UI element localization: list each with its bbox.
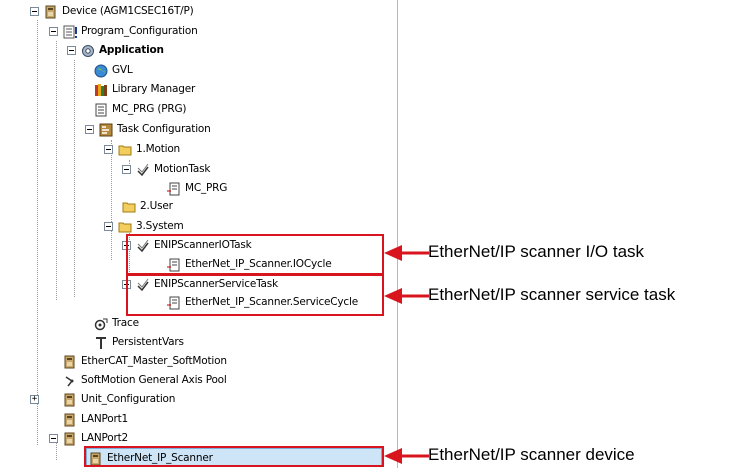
tree-node-motion-folder[interactable]: 1.Motion <box>104 139 180 159</box>
tree-node-unit-configuration[interactable]: + Unit_Configuration <box>30 389 175 409</box>
collapse-toggle[interactable] <box>104 222 113 231</box>
motion-task-call-label: MC_PRG <box>185 182 228 194</box>
user-folder-label: 2.User <box>140 200 173 212</box>
axis-pool-label: SoftMotion General Axis Pool <box>81 374 227 386</box>
device-label: Device (AGM1CSEC16T/P) <box>62 5 194 17</box>
tree-node-library-manager[interactable]: Library Manager <box>94 79 195 99</box>
arrow-left-icon <box>384 245 429 261</box>
tree-node-ethercat-master[interactable]: EtherCAT_Master_SoftMotion <box>63 351 227 371</box>
tree-node-lanport2[interactable]: LANPort2 <box>49 428 128 448</box>
collapse-toggle[interactable] <box>67 46 76 55</box>
lanport2-label: LANPort2 <box>81 432 129 444</box>
tree-node-trace[interactable]: Trace <box>94 313 139 333</box>
arrow-left-icon <box>384 448 429 464</box>
device-icon <box>44 4 58 19</box>
tree-node-device[interactable]: Device (AGM1CSEC16T/P) <box>30 1 194 21</box>
service-task-highlight-box <box>126 274 384 316</box>
program-configuration-label: Program_Configuration <box>81 25 198 37</box>
tree-guide-line <box>74 60 75 297</box>
task-configuration-label: Task Configuration <box>117 123 211 135</box>
annotation-service-task: EtherNet/IP scanner service task <box>428 285 676 304</box>
folder-icon <box>118 142 132 156</box>
collapse-toggle[interactable] <box>104 145 113 154</box>
program-document-icon <box>94 102 108 117</box>
persistent-vars-label: PersistentVars <box>112 336 184 348</box>
library-manager-label: Library Manager <box>112 83 196 95</box>
arrow-left-icon <box>384 288 429 304</box>
program-config-icon <box>63 24 77 39</box>
collapse-toggle[interactable] <box>49 27 58 36</box>
tree-guide-line <box>37 20 38 445</box>
task-icon <box>136 162 150 177</box>
persistent-vars-icon <box>94 335 108 349</box>
motion-folder-label: 1.Motion <box>136 143 181 155</box>
trace-label: Trace <box>112 317 139 329</box>
collapse-toggle[interactable] <box>30 7 39 16</box>
lanport1-label: LANPort1 <box>81 413 129 425</box>
collapse-toggle[interactable] <box>49 434 58 443</box>
collapse-toggle[interactable] <box>122 165 131 174</box>
collapse-toggle[interactable] <box>85 125 94 134</box>
folder-icon <box>118 219 132 233</box>
tree-node-persistent-vars[interactable]: PersistentVars <box>94 332 184 352</box>
application-gear-icon <box>81 43 95 57</box>
expand-toggle[interactable]: + <box>30 395 39 404</box>
ethercat-master-label: EtherCAT_Master_SoftMotion <box>81 355 227 367</box>
device-icon <box>63 412 77 427</box>
io-task-highlight-box <box>126 234 384 275</box>
device-icon <box>63 392 77 407</box>
tree-node-gvl[interactable]: GVL <box>94 60 133 80</box>
tree-node-task-configuration[interactable]: Task Configuration <box>85 119 211 139</box>
tree-guide-line <box>56 41 57 300</box>
axis-pool-icon <box>63 373 77 387</box>
tree-node-application[interactable]: Application <box>67 40 164 60</box>
gvl-label: GVL <box>112 64 133 76</box>
program-call-icon <box>167 181 181 196</box>
motion-task-label: MotionTask <box>154 163 211 175</box>
tree-node-system-folder[interactable]: 3.System <box>104 216 184 236</box>
tree-node-motion-task[interactable]: MotionTask <box>122 159 210 179</box>
tree-node-program-configuration[interactable]: Program_Configuration <box>49 21 198 41</box>
tree-node-motion-task-call[interactable]: MC_PRG <box>167 178 227 198</box>
device-highlight-box <box>84 446 384 467</box>
tree-node-mc-prg[interactable]: MC_PRG (PRG) <box>94 99 187 119</box>
tree-node-axis-pool[interactable]: SoftMotion General Axis Pool <box>63 370 227 390</box>
folder-icon <box>122 199 136 213</box>
annotation-io-task: EtherNet/IP scanner I/O task <box>428 242 645 261</box>
unit-configuration-label: Unit_Configuration <box>81 393 176 405</box>
tree-node-lanport1[interactable]: LANPort1 <box>63 409 128 429</box>
task-configuration-icon <box>99 122 113 137</box>
device-icon <box>63 431 77 446</box>
system-folder-label: 3.System <box>136 220 184 232</box>
application-label: Application <box>99 44 164 56</box>
tree-node-user-folder[interactable]: 2.User <box>122 196 173 216</box>
trace-icon <box>94 316 108 331</box>
annotation-device: EtherNet/IP scanner device <box>428 445 635 464</box>
books-icon <box>94 82 108 96</box>
device-icon <box>63 354 77 369</box>
globe-icon <box>94 63 108 78</box>
mc-prg-label: MC_PRG (PRG) <box>112 103 187 115</box>
